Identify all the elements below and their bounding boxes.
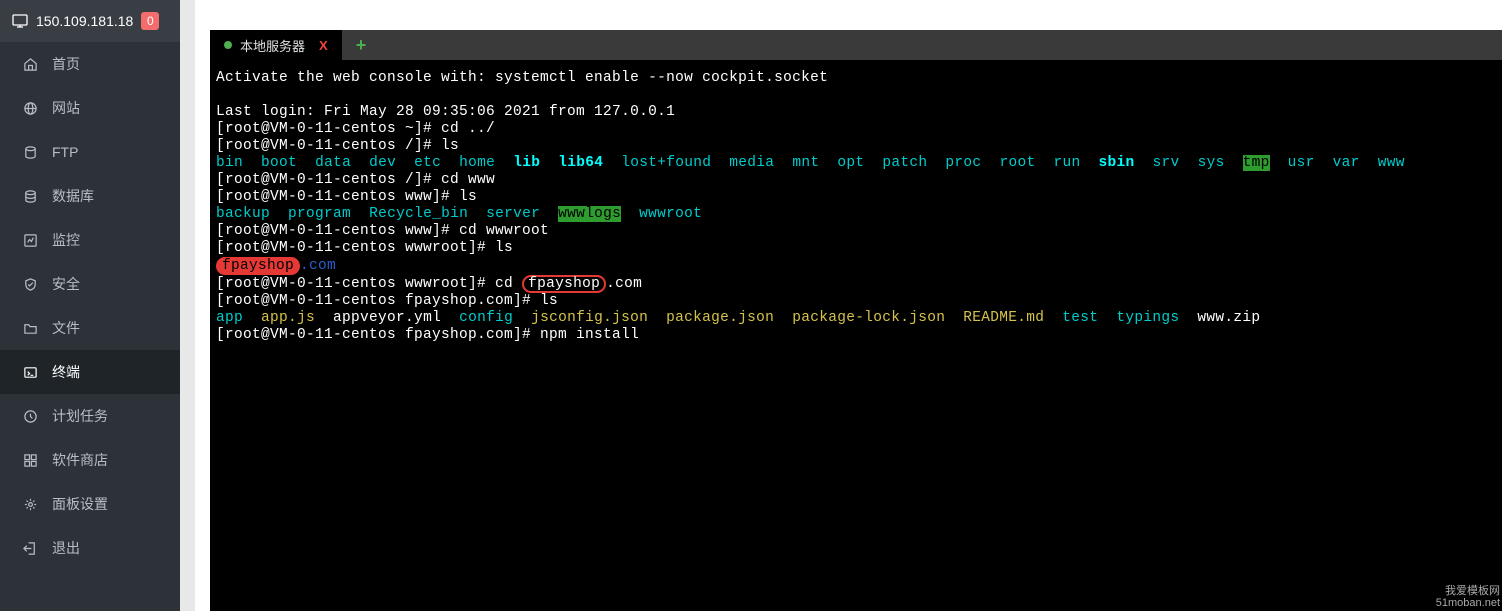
nav-label: 软件商店 <box>52 450 108 470</box>
terminal-icon <box>22 364 38 380</box>
watermark-line: 我爱模板网 <box>1436 585 1500 597</box>
nav-label: 文件 <box>52 318 80 338</box>
logout-icon <box>22 540 38 556</box>
close-tab-button[interactable]: X <box>319 38 328 53</box>
chart-icon <box>22 232 38 248</box>
status-dot-icon <box>224 41 232 49</box>
sidebar-item-logout[interactable]: 退出 <box>0 526 180 570</box>
sidebar-item-ftp[interactable]: FTP <box>0 130 180 174</box>
folder-icon <box>22 320 38 336</box>
sidebar-item-db[interactable]: 数据库 <box>0 174 180 218</box>
grid-icon <box>22 452 38 468</box>
ftp-icon <box>22 144 38 160</box>
add-tab-button[interactable]: + <box>342 30 381 60</box>
gear-icon <box>22 496 38 512</box>
terminal-tabbar: 本地服务器 X + <box>210 30 1502 60</box>
monitor-icon <box>12 14 28 28</box>
shield-icon <box>22 276 38 292</box>
nav-label: 数据库 <box>52 186 94 206</box>
globe-icon <box>22 100 38 116</box>
watermark: 我爱模板网 51moban.net <box>1436 585 1500 609</box>
database-icon <box>22 188 38 204</box>
nav-label: 面板设置 <box>52 494 108 514</box>
plus-icon: + <box>356 35 367 56</box>
nav-label: 退出 <box>52 538 80 558</box>
sidebar-item-cron[interactable]: 计划任务 <box>0 394 180 438</box>
sidebar-item-files[interactable]: 文件 <box>0 306 180 350</box>
sidebar-item-home[interactable]: 首页 <box>0 42 180 86</box>
nav-label: 安全 <box>52 274 80 294</box>
sidebar-item-store[interactable]: 软件商店 <box>0 438 180 482</box>
sidebar-item-site[interactable]: 网站 <box>0 86 180 130</box>
sidebar-header: 150.109.181.18 0 <box>0 0 180 42</box>
nav-label: 终端 <box>52 362 80 382</box>
sidebar-nav: 首页 网站 FTP 数据库 监控 安全 文件 终端 计划任务 软件商店 面板设置… <box>0 42 180 570</box>
nav-label: 监控 <box>52 230 80 250</box>
terminal-output[interactable]: Activate the web console with: systemctl… <box>210 60 1502 354</box>
server-ip: 150.109.181.18 <box>36 13 133 29</box>
watermark-line: 51moban.net <box>1436 597 1500 609</box>
nav-label: 首页 <box>52 54 80 74</box>
sidebar-item-terminal[interactable]: 终端 <box>0 350 180 394</box>
tab-label: 本地服务器 <box>240 36 305 55</box>
sidebar-item-security[interactable]: 安全 <box>0 262 180 306</box>
nav-label: FTP <box>52 144 78 160</box>
sidebar-item-settings[interactable]: 面板设置 <box>0 482 180 526</box>
clock-icon <box>22 408 38 424</box>
nav-label: 计划任务 <box>52 406 108 426</box>
notification-badge[interactable]: 0 <box>141 12 159 30</box>
terminal-tab[interactable]: 本地服务器 X <box>210 30 342 60</box>
main-area: 本地服务器 X + Activate the web console with:… <box>195 0 1502 611</box>
home-icon <box>22 56 38 72</box>
nav-label: 网站 <box>52 98 80 118</box>
sidebar-item-monitor[interactable]: 监控 <box>0 218 180 262</box>
